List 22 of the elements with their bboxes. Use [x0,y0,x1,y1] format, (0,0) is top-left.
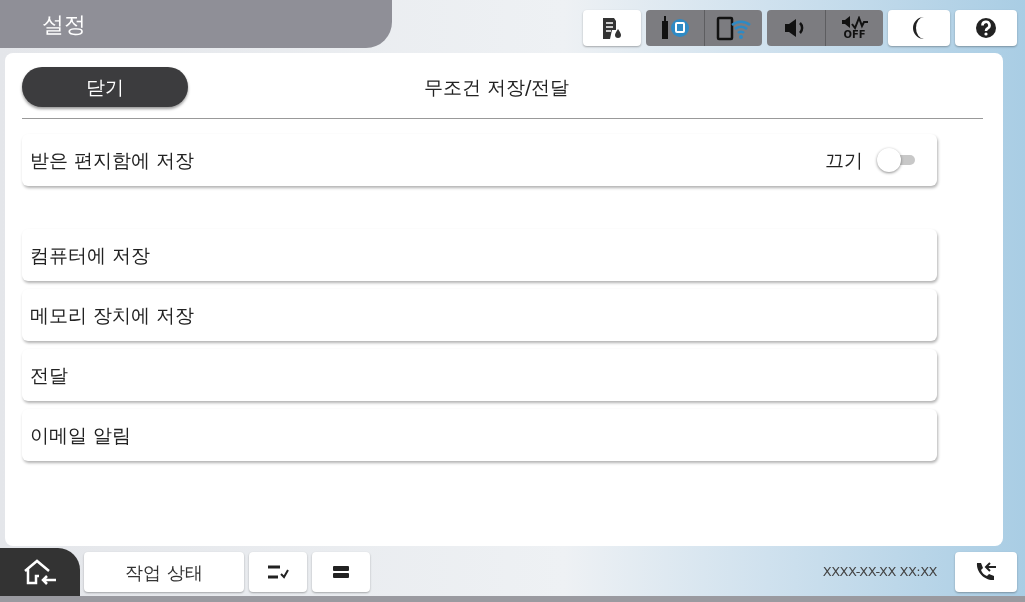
home-icon [22,558,58,586]
help-icon[interactable] [955,10,1017,46]
storage-icon [332,565,350,579]
job-list-icon [267,564,289,580]
state-label: 끄기 [825,147,863,173]
ink-icon[interactable] [583,10,641,46]
close-button[interactable]: 닫기 [22,67,188,107]
menu-item[interactable]: 컴퓨터에 저장 [22,229,937,281]
date-time: XXXX-XX-XX XX:XX [822,563,937,582]
moon-icon[interactable] [888,10,950,46]
menu-item[interactable]: 이메일 알림 [22,409,937,461]
storage-button[interactable] [312,552,370,592]
page-title: 무조건 저장/전달 [424,74,570,100]
toggle-switch[interactable] [877,148,917,172]
job-status-button[interactable]: 작업 상태 [84,552,244,592]
screen-title: 설정 [0,0,392,48]
menu-item[interactable]: 전달 [22,349,937,401]
job-list-button[interactable] [249,552,307,592]
menu-item[interactable]: 메모리 장치에 저장 [22,289,937,341]
phone-icon[interactable] [955,552,1017,592]
home-button[interactable] [0,548,80,596]
setting-label: 받은 편지함에 저장 [30,147,195,173]
